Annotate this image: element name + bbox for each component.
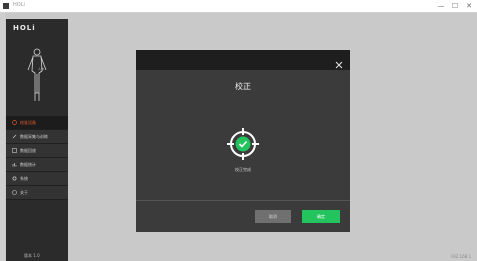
- sidebar-item-system[interactable]: 系统: [6, 172, 68, 186]
- gear-icon: [12, 176, 17, 181]
- title-bar: HOLi — ☐ ✕: [0, 0, 477, 13]
- calibration-dialog: 校正 校正完成 取消 确定: [136, 50, 350, 232]
- window-title: HOLi: [13, 2, 25, 8]
- calibration-status: 校正完成: [235, 167, 251, 172]
- sidebar-item-playback[interactable]: 数据回放: [6, 144, 68, 158]
- target-check-icon: [226, 127, 260, 161]
- dialog-title: 校正: [235, 82, 251, 91]
- sidebar-item-label: 数据采集与训练: [20, 133, 48, 139]
- close-window-button[interactable]: ✕: [465, 1, 473, 11]
- app-icon: [3, 3, 9, 9]
- sidebar-item-label: 数据统计: [20, 161, 36, 167]
- dialog-divider: [136, 200, 350, 201]
- statistics-icon: [12, 162, 17, 167]
- info-icon: [12, 190, 17, 195]
- sidebar-item-statistics[interactable]: 数据统计: [6, 158, 68, 172]
- app-logo: HOLi: [13, 24, 36, 32]
- playback-icon: [12, 148, 17, 153]
- close-icon[interactable]: [334, 55, 344, 69]
- sidebar: HOLi 人体 校准设备 数据采集与训练 数据回放 数据统计 系统 关于 版本 …: [6, 19, 68, 261]
- sidebar-item-label: 数据回放: [20, 147, 36, 153]
- dialog-header: [136, 50, 350, 70]
- sidebar-item-about[interactable]: 关于: [6, 186, 68, 200]
- confirm-button[interactable]: 确定: [302, 210, 340, 223]
- sidebar-menu: 校准设备 数据采集与训练 数据回放 数据统计 系统 关于: [6, 116, 68, 200]
- calibrate-icon: [12, 120, 17, 125]
- minimize-button[interactable]: —: [437, 1, 445, 11]
- status-text-bottom-right: 192.168.1: [450, 254, 471, 259]
- capture-icon: [12, 134, 17, 139]
- body-figure: 人体: [10, 37, 64, 111]
- cancel-button[interactable]: 取消: [255, 210, 291, 223]
- human-figure-icon: [27, 48, 47, 101]
- sidebar-item-label: 系统: [20, 175, 28, 181]
- maximize-button[interactable]: ☐: [451, 1, 459, 11]
- sidebar-item-label: 关于: [20, 189, 28, 195]
- sidebar-item-calibrate[interactable]: 校准设备: [6, 116, 68, 130]
- sidebar-footer: 版本 1.0: [24, 253, 40, 258]
- sidebar-item-capture[interactable]: 数据采集与训练: [6, 130, 68, 144]
- window-controls: — ☐ ✕: [437, 1, 473, 11]
- sidebar-item-label: 校准设备: [20, 119, 36, 125]
- figure-caption: 人体: [37, 67, 44, 71]
